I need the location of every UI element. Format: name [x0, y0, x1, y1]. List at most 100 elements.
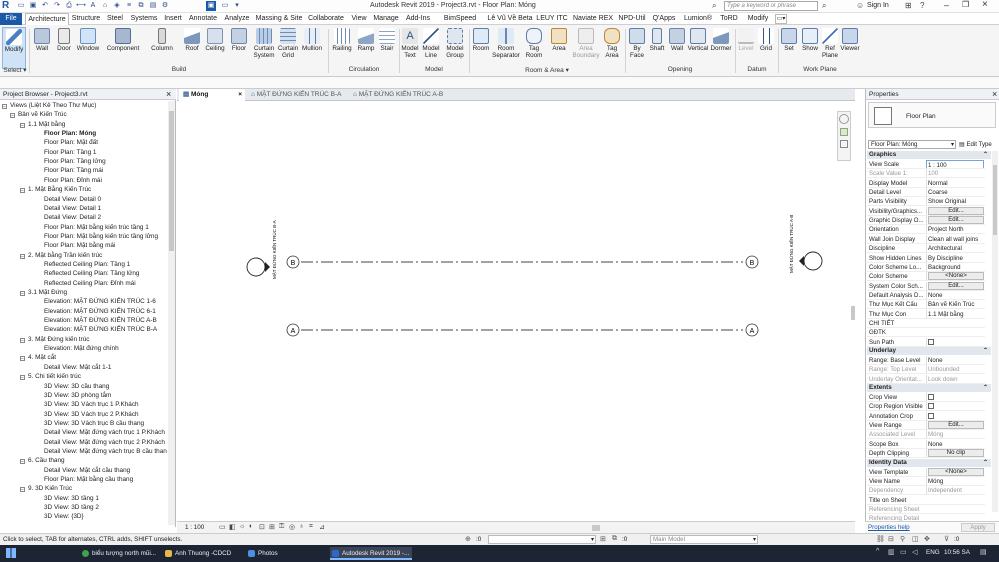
property-value[interactable]: <None>: [926, 467, 984, 476]
drag-elements-icon[interactable]: ✥: [924, 535, 930, 543]
viewer-button[interactable]: Viewer: [839, 27, 861, 69]
property-value[interactable]: <None>: [926, 272, 984, 281]
browser-item[interactable]: Elevation: MẶT ĐỨNG KIẾN TRÚC A-B: [44, 317, 157, 324]
browser-item[interactable]: 3D View: 3D Vách trục 1 P.Khách: [44, 401, 139, 408]
property-value[interactable]: Edit...: [926, 421, 984, 430]
browser-item[interactable]: Elevation: MẶT ĐỨNG KIẾN TRÚC B-A: [44, 326, 157, 333]
notifications-icon[interactable]: ▤: [980, 548, 987, 556]
filter-icon[interactable]: ⊽: [944, 535, 949, 543]
model-group-button[interactable]: Model Group: [443, 27, 467, 69]
by-face-button[interactable]: By Face: [626, 27, 648, 69]
property-value[interactable]: [926, 402, 984, 411]
area-boundary-button[interactable]: Area Boundary: [572, 27, 600, 69]
reveal-hidden-icon[interactable]: ♁: [299, 523, 304, 530]
tab-annotate[interactable]: Annotate: [187, 13, 219, 25]
browser-item[interactable]: Floor Plan: Mặt bằng kiến trúc tầng lửng: [44, 233, 158, 240]
browser-item[interactable]: Detail View: Detail 1: [44, 205, 101, 212]
browser-item[interactable]: Floor Plan: Đỉnh mái: [44, 177, 102, 184]
apply-button[interactable]: Apply: [961, 523, 995, 532]
constraints-icon[interactable]: ⊿: [319, 523, 325, 531]
switch-windows-icon[interactable]: ▤: [148, 1, 158, 11]
tab-steel[interactable]: Steel: [103, 13, 127, 25]
room-separator-button[interactable]: Room Separator: [492, 27, 520, 69]
collapse-toggle-icon[interactable]: −: [10, 113, 15, 119]
area-button[interactable]: Area: [548, 27, 570, 69]
edit-type-button[interactable]: ▤ Edit Type: [959, 140, 999, 149]
property-value[interactable]: Edit...: [926, 281, 984, 290]
crop-region-icon[interactable]: ⊞: [269, 523, 275, 531]
tab-view-elev-ba[interactable]: ⌂ MẶT ĐỨNG KIẾN TRÚC B-A: [247, 89, 347, 101]
property-value[interactable]: None: [926, 290, 984, 299]
browser-item[interactable]: Views (Liệt Kê Theo Thư Mục): [10, 102, 96, 109]
panel-room-area[interactable]: Room & Area ▾: [470, 66, 624, 74]
tag-area-button[interactable]: Tag Area: [601, 27, 623, 69]
horizontal-scrollbar-thumb[interactable]: [592, 525, 600, 531]
visual-style-icon[interactable]: ◧: [229, 523, 236, 531]
tab-naviate-rex[interactable]: Naviate REX: [571, 13, 615, 25]
ribbon-toggle-icon[interactable]: ▭▾: [775, 14, 787, 24]
analytical-model-icon[interactable]: ⌗: [309, 523, 313, 531]
model-line-button[interactable]: Model Line: [420, 27, 442, 69]
temporary-hide-icon[interactable]: ◎: [289, 523, 295, 531]
collapse-toggle-icon[interactable]: −: [20, 253, 25, 259]
browser-item[interactable]: 3D View: 3D phòng tắm: [44, 392, 111, 399]
wall-button[interactable]: Wall: [31, 27, 53, 69]
property-value[interactable]: Background: [926, 262, 984, 271]
property-checkbox[interactable]: [928, 412, 934, 419]
tab-qapps[interactable]: Q'Apps: [649, 13, 679, 25]
browser-item[interactable]: Detail View: Mặt cắt 1-1: [44, 364, 111, 371]
browser-item[interactable]: Detail View: Mặt đứng vách trục 1 P.Khác…: [44, 429, 165, 436]
roof-button[interactable]: Roof: [181, 27, 203, 69]
property-section-header[interactable]: Identity Data ⌃: [867, 458, 991, 467]
sun-path-icon[interactable]: ☼: [239, 523, 245, 530]
volume-icon[interactable]: ◁: [912, 548, 917, 556]
vertical-scrollbar-thumb[interactable]: [851, 306, 855, 320]
windows-start-icon[interactable]: [6, 548, 16, 558]
property-value[interactable]: Normal: [926, 178, 984, 187]
scroll-thumb[interactable]: [993, 165, 997, 235]
lock-icon[interactable]: ⚿: [279, 523, 284, 531]
property-value[interactable]: Project North: [926, 225, 984, 234]
network-icon[interactable]: ▥: [888, 548, 895, 556]
tag-room-button[interactable]: Tag Room: [523, 27, 545, 69]
modify-button[interactable]: Modify: [2, 27, 26, 69]
room-button[interactable]: Room: [470, 27, 492, 69]
browser-item[interactable]: Floor Plan: Mặt bằng cầu thang: [44, 476, 133, 483]
zoom-icon[interactable]: [840, 140, 848, 148]
browser-item[interactable]: 2. Mặt bằng Trần kiến trúc: [28, 252, 102, 259]
browser-item[interactable]: 9. 3D Kiến Trúc: [28, 485, 72, 492]
tab-view[interactable]: View: [349, 13, 369, 25]
shadows-icon[interactable]: ◐: [249, 523, 253, 530]
property-edit-button[interactable]: No clip: [928, 449, 984, 458]
component-button[interactable]: Component: [104, 27, 142, 69]
property-value[interactable]: 1.1 Mặt bằng: [926, 309, 984, 318]
chevron-down-icon[interactable]: ▾: [232, 1, 242, 11]
property-edit-button[interactable]: <None>: [928, 467, 984, 476]
3d-view-icon[interactable]: ⌂: [100, 1, 110, 11]
window-button[interactable]: Window: [75, 27, 101, 69]
binoculars-icon[interactable]: ⌕: [712, 1, 716, 11]
property-edit-button[interactable]: Edit...: [928, 421, 984, 430]
mullion-button[interactable]: Mullion: [300, 27, 324, 69]
tab-architecture[interactable]: Architecture: [25, 13, 69, 25]
select-links-icon[interactable]: ⛓: [876, 535, 885, 543]
tag-icon[interactable]: A: [88, 1, 98, 11]
settings-icon[interactable]: ⚙: [160, 1, 170, 11]
taskbar-photos[interactable]: Photos: [246, 547, 326, 560]
view-cube-icon[interactable]: [839, 114, 849, 124]
thin-lines-icon[interactable]: ≡: [124, 1, 134, 11]
browser-item[interactable]: Floor Plan: Móng: [44, 130, 96, 137]
undo-icon[interactable]: ↶: [40, 1, 50, 11]
redo-icon[interactable]: ↷: [52, 1, 62, 11]
shaft-button[interactable]: Shaft: [646, 27, 668, 69]
tab-npd-util[interactable]: NPD-Util: [617, 13, 647, 25]
property-value[interactable]: Coarse: [926, 188, 984, 197]
window-arrange-icon[interactable]: ▭: [220, 1, 230, 11]
browser-item[interactable]: Reflected Ceiling Plan: Tầng lửng: [44, 270, 139, 277]
wall-opening-button[interactable]: Wall: [667, 27, 687, 69]
search-input[interactable]: Type a keyword or phrase: [724, 1, 818, 11]
model-text-button[interactable]: A Model Text: [400, 27, 420, 69]
tab-lumion[interactable]: Lumion®: [681, 13, 715, 25]
collapse-toggle-icon[interactable]: −: [20, 337, 25, 343]
railing-button[interactable]: Railing: [330, 27, 354, 69]
